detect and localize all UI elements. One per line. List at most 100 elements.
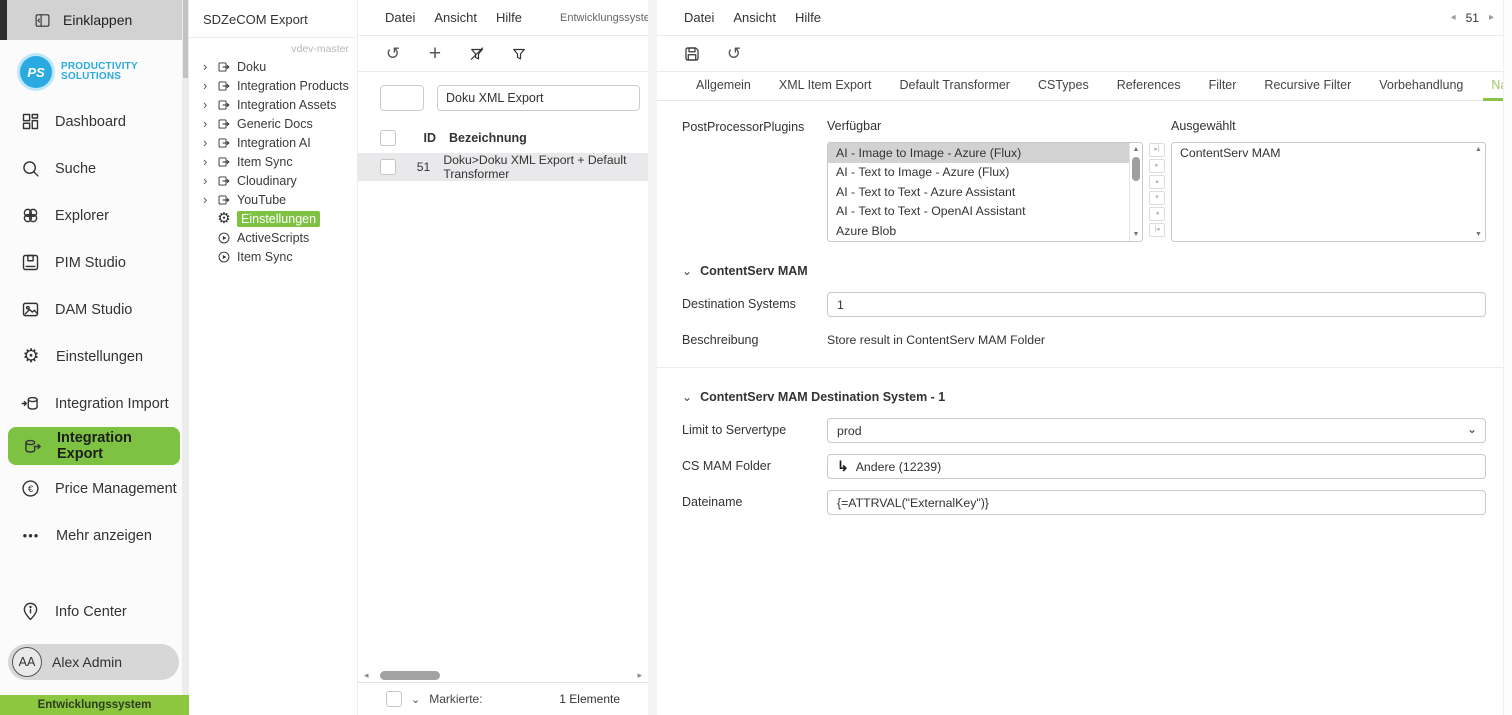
- sidebar-item-dam-studio[interactable]: DAM Studio: [0, 286, 182, 333]
- scrollbar-thumb[interactable]: [1132, 157, 1140, 181]
- next-record-icon[interactable]: ▸: [1489, 12, 1494, 23]
- tree-item-cloudinary[interactable]: › Cloudinary: [203, 171, 357, 190]
- menu-datei[interactable]: Datei: [684, 10, 714, 25]
- filter-button[interactable]: [508, 43, 530, 65]
- menu-hilfe[interactable]: Hilfe: [496, 10, 522, 25]
- tree-item-activescripts[interactable]: ActiveScripts: [203, 228, 357, 247]
- tree-item-doku[interactable]: › Doku: [203, 57, 357, 76]
- select-all-checkbox[interactable]: [380, 130, 396, 146]
- scroll-up-icon[interactable]: ▲: [1130, 146, 1142, 153]
- sidebar-item-suche[interactable]: Suche: [0, 145, 182, 192]
- sidebar-item-label: Dashboard: [55, 114, 126, 130]
- tab-vorbehandlung[interactable]: Vorbehandlung: [1365, 78, 1477, 100]
- tree-item-einstellungen[interactable]: ⚙ Einstellungen: [203, 209, 357, 228]
- column-header-bezeichnung[interactable]: Bezeichnung: [449, 131, 527, 145]
- tab-allgemein[interactable]: Allgemein: [682, 78, 765, 100]
- section-contentserv-mam[interactable]: ⌄ ContentServ MAM: [682, 264, 1486, 278]
- scroll-down-icon[interactable]: ▼: [1130, 231, 1142, 238]
- move-down-button[interactable]: ▾: [1149, 191, 1165, 205]
- move-up-button[interactable]: ▴: [1149, 175, 1165, 189]
- tab-default-transformer[interactable]: Default Transformer: [886, 78, 1024, 100]
- scroll-right-icon[interactable]: ▸: [637, 670, 642, 681]
- add-button[interactable]: +: [424, 43, 446, 65]
- menu-ansicht[interactable]: Ansicht: [434, 10, 477, 25]
- sidebar-item-einstellungen[interactable]: ⚙ Einstellungen: [0, 333, 182, 380]
- sidebar-item-pim-studio[interactable]: PIM Studio: [0, 239, 182, 286]
- row-checkbox[interactable]: [380, 159, 396, 175]
- move-right-button[interactable]: ▸: [1149, 159, 1165, 173]
- marked-checkbox[interactable]: [386, 691, 402, 707]
- table-row[interactable]: 51 Doku>Doku XML Export + Default Transf…: [358, 153, 648, 181]
- tab-recursive-filter[interactable]: Recursive Filter: [1250, 78, 1365, 100]
- panel-divider[interactable]: [648, 0, 657, 715]
- save-button[interactable]: [681, 43, 703, 65]
- sidebar-scrollbar[interactable]: [182, 0, 189, 695]
- sidebar-item-integration-import[interactable]: Integration Import: [0, 380, 182, 427]
- scroll-down-icon[interactable]: ▼: [1472, 231, 1485, 238]
- scroll-left-icon[interactable]: ◂: [364, 670, 369, 681]
- tree-item-integration-assets[interactable]: › Integration Assets: [203, 95, 357, 114]
- collapse-sidebar-button[interactable]: Einklappen: [0, 0, 182, 40]
- plugin-option[interactable]: AI - Text to Text - Azure Assistant: [828, 182, 1129, 202]
- tab-references[interactable]: References: [1103, 78, 1195, 100]
- plugin-option[interactable]: ContentServ MAM: [1172, 143, 1472, 163]
- menu-datei[interactable]: Datei: [385, 10, 415, 25]
- sidebar-item-mehr-anzeigen[interactable]: ••• Mehr anzeigen: [0, 512, 182, 559]
- reload-button[interactable]: ↺: [723, 43, 745, 65]
- tab-cstypes[interactable]: CSTypes: [1024, 78, 1103, 100]
- cs-mam-folder-picker[interactable]: ↳ Andere (12239): [827, 454, 1486, 479]
- plugin-option[interactable]: AI - Text to Image - Azure (Flux): [828, 163, 1129, 183]
- tab-filter[interactable]: Filter: [1195, 78, 1251, 100]
- search-input[interactable]: [437, 85, 640, 111]
- sidebar-item-price-management[interactable]: € Price Management: [0, 465, 182, 512]
- destination-systems-input[interactable]: [827, 292, 1486, 317]
- chevron-down-icon[interactable]: ⌄: [411, 693, 420, 706]
- listbox-scrollbar[interactable]: ▲ ▼: [1472, 143, 1485, 241]
- pim-studio-icon: [20, 252, 41, 273]
- menu-ansicht[interactable]: Ansicht: [733, 10, 776, 25]
- environment-banner: Entwicklungssystem: [0, 695, 189, 715]
- horizontal-scrollbar[interactable]: ◂ ▸: [358, 668, 648, 682]
- limit-servertype-select[interactable]: [827, 418, 1486, 443]
- vertical-scrollbar[interactable]: [1503, 0, 1512, 715]
- tree-item-generic-docs[interactable]: › Generic Docs: [203, 114, 357, 133]
- tree-item-youtube[interactable]: › YouTube: [203, 190, 357, 209]
- move-all-left-button[interactable]: |◂: [1149, 223, 1165, 237]
- tree-item-item-sync-script[interactable]: Item Sync: [203, 247, 357, 266]
- tab-xml-item-export[interactable]: XML Item Export: [765, 78, 886, 100]
- selected-plugins-listbox: ContentServ MAM ▲ ▼: [1171, 142, 1486, 242]
- section-destination-system-1[interactable]: ⌄ ContentServ MAM Destination System - 1: [682, 390, 1486, 404]
- sidebar-item-info-center[interactable]: Info Center: [0, 588, 182, 635]
- clear-filter-button[interactable]: [466, 43, 488, 65]
- tree-item-integration-ai[interactable]: › Integration AI: [203, 133, 357, 152]
- move-left-button[interactable]: ◂: [1149, 207, 1165, 221]
- refresh-button[interactable]: ↺: [382, 43, 404, 65]
- user-menu[interactable]: AA Alex Admin: [8, 644, 179, 680]
- id-filter-input[interactable]: [380, 85, 424, 111]
- scroll-up-icon[interactable]: ▲: [1472, 146, 1485, 153]
- move-all-right-button[interactable]: ▸|: [1149, 143, 1165, 157]
- previous-record-icon[interactable]: ◂: [1451, 12, 1456, 23]
- listbox-scrollbar[interactable]: ▲ ▼: [1129, 143, 1142, 241]
- expand-chevron-icon[interactable]: ›: [203, 61, 215, 73]
- column-header-id[interactable]: ID: [406, 131, 436, 145]
- expand-chevron-icon[interactable]: ›: [203, 175, 215, 187]
- expand-chevron-icon[interactable]: ›: [203, 156, 215, 168]
- sidebar-item-explorer[interactable]: Explorer: [0, 192, 182, 239]
- tree-item-integration-products[interactable]: › Integration Products: [203, 76, 357, 95]
- dateiname-input[interactable]: [827, 490, 1486, 515]
- plugin-option[interactable]: Azure Blob: [828, 221, 1129, 241]
- sidebar-item-integration-export[interactable]: Integration Export: [8, 427, 180, 465]
- sidebar-item-dashboard[interactable]: Dashboard: [0, 98, 182, 145]
- expand-chevron-icon[interactable]: ›: [203, 80, 215, 92]
- plugin-option[interactable]: AI - Text to Text - OpenAI Assistant: [828, 202, 1129, 222]
- plugin-option[interactable]: AI - Image to Image - Azure (Flux): [828, 143, 1129, 163]
- tree-item-item-sync[interactable]: › Item Sync: [203, 152, 357, 171]
- row-name: Doku>Doku XML Export + Default Transform…: [443, 153, 648, 181]
- expand-chevron-icon[interactable]: ›: [203, 118, 215, 130]
- expand-chevron-icon[interactable]: ›: [203, 137, 215, 149]
- expand-chevron-icon[interactable]: ›: [203, 99, 215, 111]
- expand-chevron-icon[interactable]: ›: [203, 194, 215, 206]
- scrollbar-thumb[interactable]: [380, 671, 440, 680]
- menu-hilfe[interactable]: Hilfe: [795, 10, 821, 25]
